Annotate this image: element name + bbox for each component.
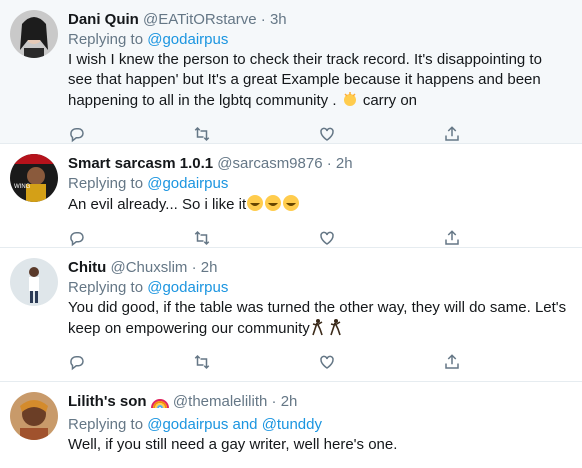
and-label: and [232, 416, 258, 433]
separator: · [326, 155, 332, 172]
replying-to: Replying to @godairpus [68, 174, 568, 194]
replying-label: Replying to [68, 31, 144, 48]
replying-label: Replying to [68, 416, 144, 433]
user-handle[interactable]: @themalelilith [173, 393, 267, 410]
mention-link[interactable]: @godairpus [147, 416, 228, 433]
tweet-body: I wish I knew the person to check their … [68, 51, 542, 109]
retweet-icon [194, 354, 210, 370]
reply-icon [70, 356, 84, 371]
tweet-text: Well, if you still need a gay writer, we… [68, 435, 568, 455]
rainbow-icon [150, 395, 169, 415]
separator: · [260, 11, 266, 28]
mention-link[interactable]: @godairpus [147, 175, 228, 192]
replying-label: Replying to [68, 175, 144, 192]
reply-button[interactable] [68, 123, 193, 145]
display-name[interactable]: Lilith's son [68, 393, 147, 410]
tweet-text: You did good, if the table was turned th… [68, 298, 568, 342]
timestamp[interactable]: 2h [336, 155, 353, 172]
separator: · [191, 259, 197, 276]
display-name[interactable]: Chitu [68, 259, 106, 276]
tweet-3[interactable]: Chitu @Chuxslim · 2h Replying to @godair… [0, 248, 582, 382]
tweet-body: Well, if you still need a gay writer, we… [68, 436, 398, 453]
tweet-body: An evil already... So i like it [68, 196, 247, 213]
dancing-man-icon [310, 318, 346, 342]
tweet-2[interactable]: WING Smart sarcasm 1.0.1 @sarcasm9876 · … [0, 144, 582, 248]
mention-link[interactable]: @godairpus [147, 279, 228, 296]
tweet-header: Dani Quin @EATitORstarve · 3h [68, 10, 568, 30]
share-button[interactable] [443, 123, 568, 145]
tweet-4[interactable]: Lilith's son @themalelilith · 2h Replyin… [0, 382, 582, 468]
retweet-button[interactable] [193, 123, 318, 145]
heart-icon [320, 355, 334, 369]
retweet-icon [194, 126, 210, 142]
reply-icon [70, 128, 84, 143]
share-button[interactable] [443, 227, 568, 249]
user-handle[interactable]: @EATitORstarve [143, 11, 257, 28]
reply-button[interactable] [68, 227, 193, 249]
heart-icon [320, 127, 334, 141]
display-name[interactable]: Dani Quin [68, 11, 139, 28]
reply-button[interactable] [68, 351, 193, 373]
share-icon [445, 126, 459, 141]
like-button[interactable] [318, 123, 443, 145]
timestamp[interactable]: 2h [281, 393, 298, 410]
tweet-text: An evil already... So i like it [68, 194, 568, 218]
replying-to: Replying to @godairpus and @tunddy [68, 415, 568, 435]
avatar[interactable]: WING [10, 154, 58, 202]
tweet-body-line2: keep on empowering our community [68, 320, 310, 337]
tweet-actions [68, 342, 568, 382]
tweet-header: Lilith's son @themalelilith · 2h [68, 392, 568, 415]
svg-text:WING: WING [14, 184, 31, 190]
share-icon [445, 230, 459, 245]
share-icon [445, 354, 459, 369]
separator: · [271, 393, 277, 410]
replying-to: Replying to @godairpus [68, 278, 568, 298]
avatar[interactable] [10, 258, 58, 306]
like-button[interactable] [318, 227, 443, 249]
replying-label: Replying to [68, 279, 144, 296]
timestamp[interactable]: 2h [201, 259, 218, 276]
tweet-header: Smart sarcasm 1.0.1 @sarcasm9876 · 2h [68, 154, 568, 174]
retweet-button[interactable] [193, 227, 318, 249]
tweet-header: Chitu @Chuxslim · 2h [68, 258, 568, 278]
tweet-body-end: carry on [362, 92, 418, 109]
clapping-hands-icon [341, 90, 359, 114]
avatar[interactable] [10, 10, 58, 58]
tweet-text: I wish I knew the person to check their … [68, 50, 568, 114]
retweet-icon [194, 230, 210, 246]
tweet-body-line1: You did good, if the table was turned th… [68, 299, 567, 316]
replying-to: Replying to @godairpus [68, 30, 568, 50]
heart-icon [320, 231, 334, 245]
like-button[interactable] [318, 351, 443, 373]
grinning-face-icon [246, 194, 300, 218]
mention-link-2[interactable]: @tunddy [262, 416, 322, 433]
user-handle[interactable]: @Chuxslim [111, 259, 188, 276]
user-handle[interactable]: @sarcasm9876 [217, 155, 322, 172]
display-name[interactable]: Smart sarcasm 1.0.1 [68, 155, 213, 172]
reply-icon [70, 232, 84, 247]
avatar[interactable] [10, 392, 58, 440]
share-button[interactable] [443, 351, 568, 373]
mention-link[interactable]: @godairpus [147, 31, 228, 48]
retweet-button[interactable] [193, 351, 318, 373]
tweet-1[interactable]: Dani Quin @EATitORstarve · 3h Replying t… [0, 0, 582, 144]
timestamp[interactable]: 3h [270, 11, 287, 28]
